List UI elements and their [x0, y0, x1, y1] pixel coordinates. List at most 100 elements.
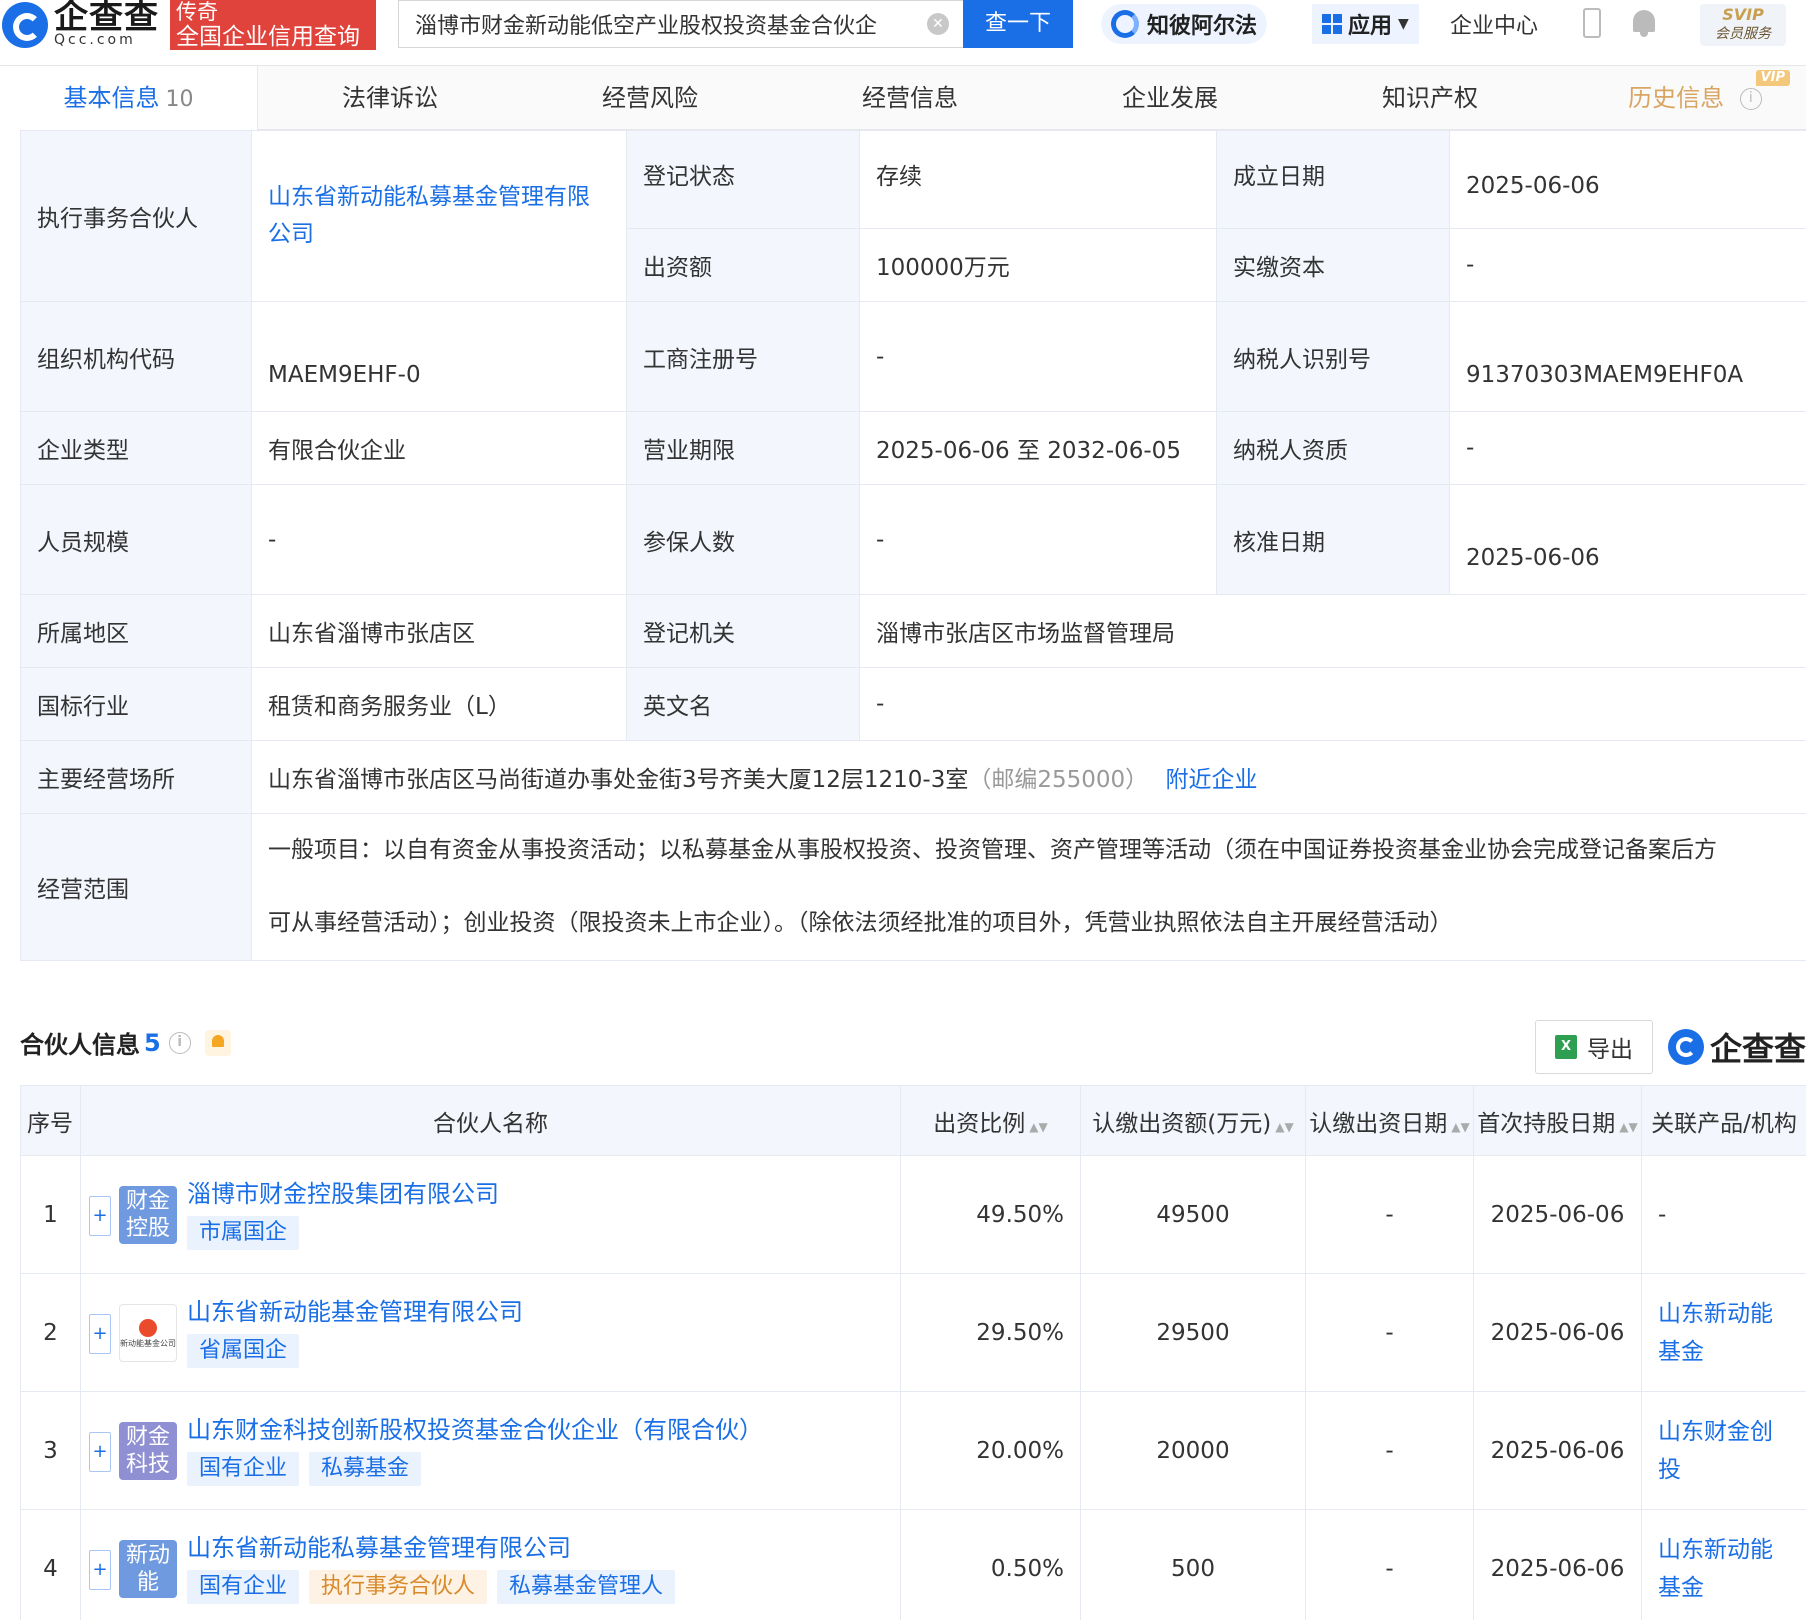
related-cell: 山东财金创投	[1641, 1391, 1806, 1510]
tab-ip[interactable]: 知识产权	[1320, 66, 1540, 130]
excel-icon: X	[1555, 1035, 1577, 1059]
ratio-cell: 20.00%	[900, 1391, 1081, 1510]
qcc-mini-text: 企查查	[1710, 1030, 1806, 1068]
col-first-date-label: 首次持股日期	[1477, 1110, 1616, 1137]
partner-cell: + 新动能基金公司 山东省新动能基金管理有限公司 省属国企	[80, 1273, 901, 1392]
tab-risk[interactable]: 经营风险	[540, 66, 760, 130]
apps-menu[interactable]: 应用 ▼	[1312, 4, 1419, 44]
chevron-down-icon: ▼	[1398, 16, 1409, 32]
staff-size-label: 人员规模	[20, 484, 252, 595]
term-value: 2025-06-06 至 2032-06-05	[859, 411, 1217, 485]
qcc-logo-icon	[2, 2, 48, 48]
related-cell: 山东新动能基金	[1641, 1509, 1806, 1620]
info-icon[interactable]: i	[1739, 88, 1762, 110]
col-amount-label: 认缴出资额(万元)	[1092, 1110, 1272, 1137]
table-row: 1 + 财金控股 淄博市财金控股集团有限公司 市属国企 49.50% 49500-2025-…	[20, 1155, 1806, 1274]
col-ratio[interactable]: 出资比例 ▲▼	[900, 1085, 1081, 1156]
partner-section-title: 合伙人信息 5 i	[20, 1025, 231, 1060]
search-box: ✕	[398, 0, 963, 48]
partner-name-link[interactable]: 山东财金科技创新股权投资基金合伙企业（有限合伙）	[187, 1410, 763, 1445]
monitor-bell-icon[interactable]	[204, 1029, 231, 1056]
address-value: 山东省淄博市张店区马尚街道办事处金街3号齐美大厦12层1210-3室	[268, 767, 969, 793]
partner-title-text: 合伙人信息	[20, 1031, 140, 1059]
zhibi-alpha-button[interactable]: 知彼阿尔法	[1101, 4, 1268, 44]
staff-size-value: -	[251, 484, 627, 595]
basic-info-table: 执行事务合伙人 山东省新动能私募基金管理有限公司 登记状态 存续 成立日期 20…	[20, 130, 1806, 961]
tab-operation[interactable]: 经营信息	[800, 66, 1020, 130]
bell-icon[interactable]	[1630, 8, 1658, 38]
expand-plus-icon[interactable]: +	[89, 1196, 111, 1236]
ratio-cell: 29.50%	[900, 1273, 1081, 1392]
sort-icon[interactable]: ▲▼	[1029, 1120, 1047, 1134]
partner-tag[interactable]: 国有企业	[187, 1570, 300, 1604]
sub-date-cell: -	[1305, 1155, 1474, 1274]
partner-logo[interactable]: 新动能基金公司	[119, 1304, 177, 1362]
founded-label: 成立日期	[1216, 130, 1450, 229]
paid-capital-value: -	[1449, 228, 1806, 302]
table-row: 3 + 财金科技 山东财金科技创新股权投资基金合伙企业（有限合伙） 国有企业 私募基金 20…	[20, 1391, 1806, 1510]
sub-date-cell: -	[1305, 1509, 1474, 1620]
partner-logo[interactable]: 财金科技	[119, 1422, 177, 1480]
tab-development[interactable]: 企业发展	[1060, 66, 1280, 130]
partner-name-link[interactable]: 山东省新动能基金管理有限公司	[187, 1292, 523, 1327]
info-icon[interactable]: i	[168, 1031, 191, 1054]
related-cell: 山东新动能基金	[1641, 1273, 1806, 1392]
business-scope-line2: 可从事经营活动）；创业投资（限投资未上市企业）。（除依法须经批准的项目外，凭营业…	[268, 910, 1453, 936]
mobile-icon[interactable]	[1583, 8, 1601, 38]
clear-icon[interactable]: ✕	[927, 13, 949, 35]
col-sub-date[interactable]: 认缴出资日期 ▲▼	[1305, 1085, 1474, 1156]
related-link: -	[1658, 1201, 1667, 1228]
export-button[interactable]: X 导出	[1535, 1020, 1653, 1074]
first-date-cell: 2025-06-06	[1473, 1391, 1642, 1510]
expand-plus-icon[interactable]: +	[89, 1550, 111, 1590]
sort-icon[interactable]: ▲▼	[1619, 1120, 1637, 1134]
related-link[interactable]: 山东新动能基金	[1658, 1295, 1778, 1371]
top-header: 企查查 Qcc.com 传奇 全国企业信用查询 ✕ 查一下 知彼阿尔法 应用 ▼…	[0, 0, 1806, 66]
partner-cell: + 财金控股 淄博市财金控股集团有限公司 市属国企	[80, 1155, 901, 1274]
sub-date-cell: -	[1305, 1273, 1474, 1392]
partner-tag[interactable]: 执行事务合伙人	[309, 1570, 488, 1604]
col-related: 关联产品/机构	[1641, 1085, 1806, 1156]
partner-tags: 国有企业 私募基金	[187, 1452, 422, 1486]
partner-tags: 国有企业 执行事务合伙人 私募基金管理人	[187, 1570, 676, 1604]
col-first-date[interactable]: 首次持股日期 ▲▼	[1473, 1085, 1642, 1156]
related-link[interactable]: 山东新动能基金	[1658, 1531, 1778, 1607]
apps-label: 应用	[1348, 14, 1393, 39]
svip-button[interactable]: SVIP 会员服务	[1700, 4, 1786, 46]
related-link[interactable]: 山东财金创投	[1658, 1413, 1778, 1489]
partner-tag[interactable]: 市属国企	[187, 1216, 300, 1250]
tab-legal[interactable]: 法律诉讼	[280, 66, 500, 130]
amount-cell: 49500	[1080, 1155, 1306, 1274]
partner-tag[interactable]: 私募基金管理人	[497, 1570, 676, 1604]
legend-badge[interactable]: 传奇 全国企业信用查询	[170, 0, 376, 50]
nearby-companies-link[interactable]: 附近企业	[1166, 767, 1258, 793]
tab-history[interactable]: 历史信息 VIP i	[1610, 66, 1790, 130]
col-amount[interactable]: 认缴出资额(万元) ▲▼	[1080, 1085, 1306, 1156]
tab-basic-info[interactable]: 基本信息 10	[0, 66, 258, 130]
search-button[interactable]: 查一下	[963, 0, 1073, 48]
qcc-logo[interactable]: 企查查 Qcc.com	[0, 0, 159, 50]
expand-plus-icon[interactable]: +	[89, 1314, 111, 1354]
sort-icon[interactable]: ▲▼	[1275, 1120, 1293, 1134]
managing-partner-link[interactable]: 山东省新动能私募基金管理有限公司	[251, 130, 627, 302]
sort-icon[interactable]: ▲▼	[1451, 1120, 1469, 1134]
logo-emblem-icon	[139, 1319, 157, 1337]
qcc-watermark-logo: 企查查	[1668, 1024, 1806, 1070]
search-input[interactable]	[415, 11, 915, 37]
org-code-value: MAEM9EHF-0	[251, 301, 627, 412]
partner-name-link[interactable]: 淄博市财金控股集团有限公司	[187, 1174, 499, 1209]
partner-logo[interactable]: 财金控股	[119, 1186, 177, 1244]
partner-tag[interactable]: 私募基金	[309, 1452, 422, 1486]
expand-plus-icon[interactable]: +	[89, 1432, 111, 1472]
zhibi-label: 知彼阿尔法	[1147, 14, 1258, 39]
partner-tag[interactable]: 国有企业	[187, 1452, 300, 1486]
partner-tag[interactable]: 省属国企	[187, 1334, 300, 1368]
english-name-value: -	[859, 667, 1806, 741]
status-value: 存续	[859, 130, 1217, 229]
ratio-cell: 49.50%	[900, 1155, 1081, 1274]
enterprise-center-link[interactable]: 企业中心	[1450, 8, 1538, 40]
postcode: （邮编255000）	[968, 767, 1149, 793]
partner-logo[interactable]: 新动能	[119, 1540, 177, 1598]
partner-name-link[interactable]: 山东省新动能私募基金管理有限公司	[187, 1528, 571, 1563]
first-date-cell: 2025-06-06	[1473, 1273, 1642, 1392]
